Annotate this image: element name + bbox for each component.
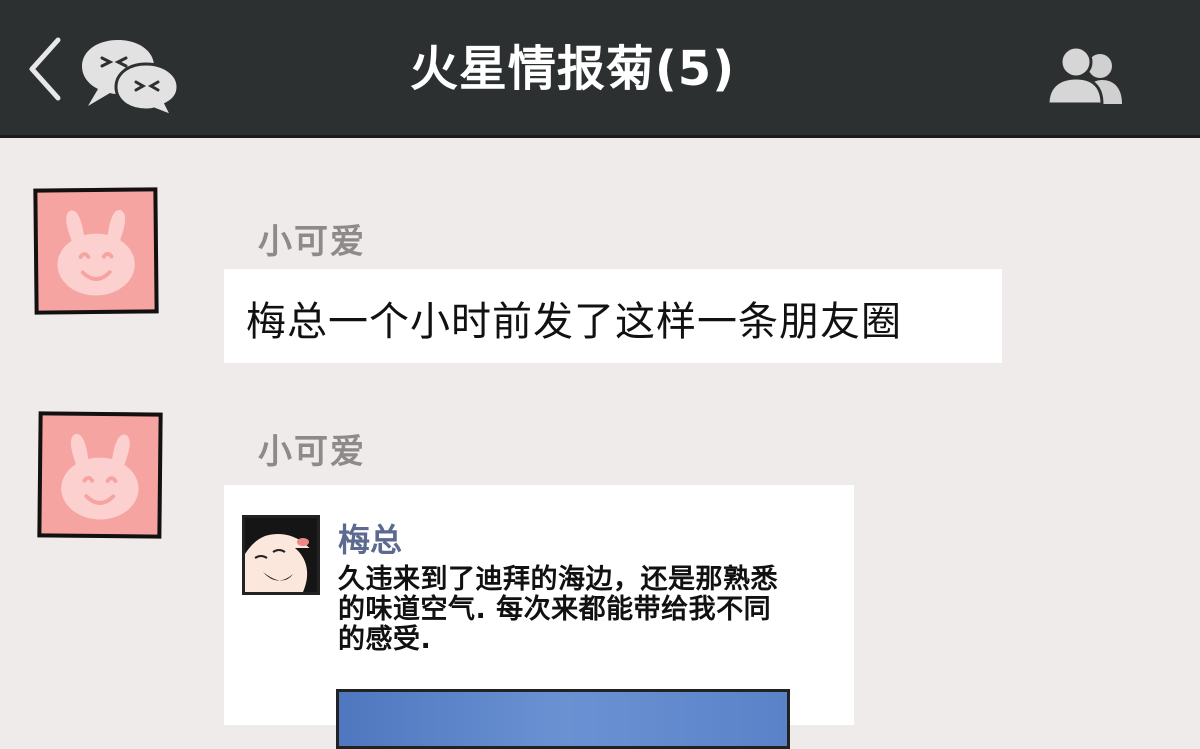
sender-avatar[interactable] [37,411,163,539]
sender-avatar[interactable] [33,187,159,315]
cartoon-face-icon [245,518,317,592]
shared-post-bubble[interactable]: 梅总 久违来到了迪拜的海边，还是那熟悉的味道空气. 每次来都能带给我不同的感受. [224,485,854,749]
group-members-icon[interactable] [1044,44,1126,106]
sender-name: 小可爱 [258,432,366,472]
post-photo[interactable] [336,689,790,749]
post-author-avatar [242,515,320,595]
chat-title: 火星情报菊(5) [409,41,736,97]
post-author-name: 梅总 [338,521,403,559]
chat-header: 火星情报菊(5) [0,0,1200,138]
bunny-face-icon [61,434,139,520]
message-bubble[interactable]: 梅总一个小时前发了这样一条朋友圈 [224,269,1002,363]
sender-name: 小可爱 [258,222,366,262]
post-text: 久违来到了迪拜的海边，还是那熟悉的味道空气. 每次来都能带给我不同的感受. [338,564,778,655]
message-text: 梅总一个小时前发了这样一条朋友圈 [246,299,902,345]
bunny-face-icon [57,210,135,296]
